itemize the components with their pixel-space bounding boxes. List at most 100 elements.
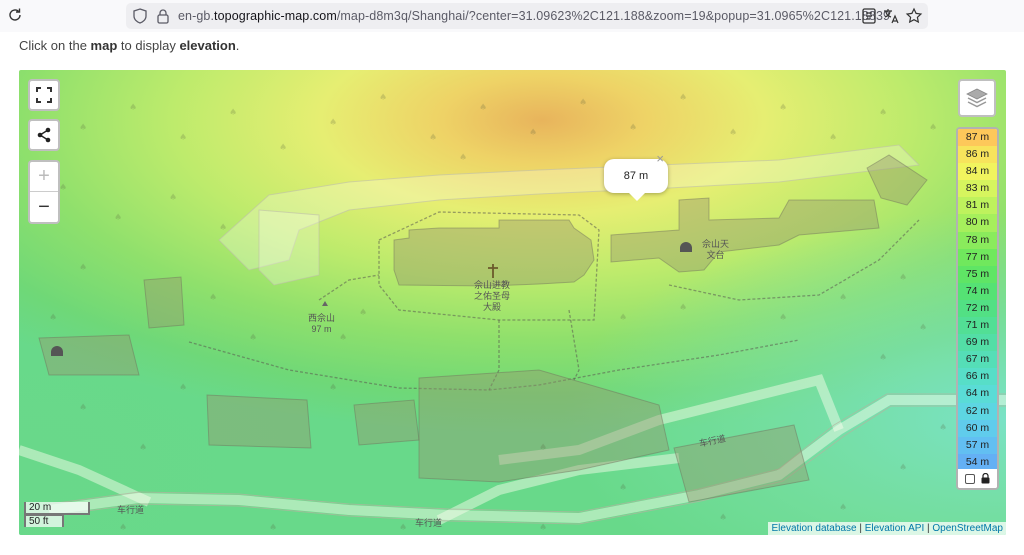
- popup-close-button[interactable]: ×: [656, 149, 664, 169]
- url-prefix: en-gb.: [178, 9, 215, 23]
- svg-text:♠: ♠: [269, 523, 277, 533]
- zoom-out-button[interactable]: −: [30, 192, 58, 222]
- reload-icon[interactable]: [6, 6, 24, 24]
- url-text[interactable]: en-gb.topographic-map.com/map-d8m3q/Shan…: [178, 9, 890, 23]
- elevation-map[interactable]: ♠ ♠ ♠ ♠ ♠ ♠ ♠ ♠ ♠ ♠ ♠ ♠ ♠ ♠ ♠ ♠ ♠ ♠ ♠ ♠ ♠ ♠ ♠ ♠ ♠ ♠ ♠ ♠ ♠ ♠ ♠ ♠ ♠ ♠…: [19, 70, 1006, 535]
- share-icon: [37, 127, 51, 143]
- browser-toolbar: en-gb.topographic-map.com/map-d8m3q/Shan…: [0, 0, 1024, 32]
- svg-text:♠: ♠: [179, 133, 187, 143]
- legend-entry: 75 m: [958, 265, 997, 283]
- svg-text:♠: ♠: [219, 223, 227, 233]
- svg-text:♠: ♠: [529, 128, 537, 138]
- svg-text:♠: ♠: [179, 383, 187, 393]
- hint-elevation-word: elevation: [179, 38, 236, 53]
- fullscreen-button[interactable]: [28, 79, 60, 111]
- zoom-control: + −: [28, 160, 60, 224]
- hill-name: 西佘山: [308, 313, 336, 323]
- legend-entry: 83 m: [958, 180, 997, 198]
- svg-text:♠: ♠: [479, 103, 487, 113]
- tracking-shield-icon[interactable]: [133, 8, 147, 24]
- legend-checkbox[interactable]: [965, 473, 975, 484]
- reader-view-icon[interactable]: [860, 7, 878, 25]
- svg-text:♠: ♠: [619, 313, 627, 323]
- layers-icon: [966, 88, 988, 108]
- scale-feet: 50 ft: [24, 514, 64, 527]
- hint-text-1: Click on the: [19, 38, 91, 53]
- svg-text:♠: ♠: [779, 313, 787, 323]
- svg-text:♠: ♠: [919, 323, 927, 333]
- bookmark-star-icon[interactable]: [905, 7, 923, 25]
- svg-text:♠: ♠: [579, 98, 587, 108]
- address-bar[interactable]: en-gb.topographic-map.com/map-d8m3q/Shan…: [126, 3, 928, 29]
- svg-text:♠: ♠: [679, 303, 687, 313]
- hill-height: 97 m: [311, 324, 332, 334]
- popup-elevation-value: 87 m: [623, 170, 649, 182]
- svg-text:♠: ♠: [929, 123, 937, 133]
- page-content: Click on the map to display elevation. ♠…: [0, 32, 1024, 555]
- hint-text-3: .: [235, 38, 240, 53]
- map-instruction: Click on the map to display elevation.: [19, 38, 239, 53]
- legend-lock-icon[interactable]: [981, 473, 990, 484]
- legend-entry: 78 m: [958, 231, 997, 249]
- svg-text:♠: ♠: [49, 313, 57, 323]
- svg-text:♠: ♠: [829, 133, 837, 143]
- road-label-2: 车行道: [117, 505, 145, 515]
- church-line-3: 大殿: [483, 302, 502, 312]
- legend-entry: 57 m: [958, 436, 997, 454]
- svg-text:♠: ♠: [729, 128, 737, 138]
- legend-entry: 62 m: [958, 402, 997, 420]
- hill-label: 西佘山 97 m: [308, 313, 335, 335]
- elevation-database-link[interactable]: Elevation database: [771, 523, 856, 534]
- svg-text:♠: ♠: [279, 143, 287, 153]
- svg-text:♠: ♠: [539, 443, 547, 453]
- svg-text:♠: ♠: [114, 213, 122, 223]
- svg-text:♠: ♠: [359, 308, 367, 318]
- attribution-separator-2: |: [927, 523, 930, 534]
- svg-text:♠: ♠: [539, 523, 547, 533]
- fullscreen-icon: [36, 87, 52, 103]
- svg-text:♠: ♠: [339, 333, 347, 343]
- svg-text:♠: ♠: [119, 523, 127, 533]
- svg-text:♠: ♠: [619, 483, 627, 493]
- map-attribution: Elevation database | Elevation API | Ope…: [768, 522, 1006, 535]
- elevation-legend: 87 m 86 m 84 m 83 m 81 m 80 m 78 m 77 m 75 m 74 m…: [956, 127, 999, 490]
- road-label-3: 车行道: [415, 518, 443, 528]
- svg-text:♠: ♠: [139, 443, 147, 453]
- hint-map-word: map: [90, 38, 118, 53]
- legend-entry: 87 m: [958, 129, 997, 147]
- translate-icon[interactable]: [882, 7, 900, 25]
- lock-icon[interactable]: [156, 8, 170, 24]
- observatory-line-1: 佘山天: [702, 239, 730, 249]
- legend-entry: 64 m: [958, 385, 997, 403]
- svg-text:♠: ♠: [379, 93, 387, 103]
- legend-entry: 81 m: [958, 197, 997, 215]
- svg-text:♠: ♠: [679, 93, 687, 103]
- svg-text:♠: ♠: [899, 463, 907, 473]
- legend-footer: [958, 469, 997, 488]
- legend-entry: 84 m: [958, 163, 997, 181]
- legend-entry: 67 m: [958, 351, 997, 369]
- scale-bar: 20 m 50 ft: [24, 502, 90, 527]
- observatory-line-2: 文台: [706, 250, 725, 260]
- attribution-separator-1: |: [859, 523, 862, 534]
- legend-entry: 60 m: [958, 419, 997, 437]
- map-canvas[interactable]: ♠ ♠ ♠ ♠ ♠ ♠ ♠ ♠ ♠ ♠ ♠ ♠ ♠ ♠ ♠ ♠ ♠ ♠ ♠ ♠ ♠ ♠ ♠ ♠ ♠ ♠ ♠ ♠ ♠ ♠ ♠ ♠ ♠ ♠…: [19, 70, 1006, 535]
- svg-text:♠: ♠: [399, 523, 407, 533]
- url-domain: topographic-map.com: [214, 9, 337, 23]
- layers-button[interactable]: [958, 79, 996, 117]
- openstreetmap-link[interactable]: OpenStreetMap: [932, 523, 1003, 534]
- svg-text:♠: ♠: [209, 293, 217, 303]
- legend-entry: 74 m: [958, 282, 997, 300]
- zoom-in-button[interactable]: +: [30, 162, 58, 192]
- share-button[interactable]: [28, 119, 60, 151]
- svg-text:♠: ♠: [229, 108, 237, 118]
- elevation-api-link[interactable]: Elevation API: [865, 523, 924, 534]
- url-path: /map-d8m3q/Shanghai/?center=31.09623%2C1…: [336, 9, 891, 23]
- legend-entry: 72 m: [958, 299, 997, 318]
- legend-entry: 66 m: [958, 368, 997, 386]
- svg-text:♠: ♠: [939, 423, 947, 433]
- legend-entry: 80 m: [958, 214, 997, 232]
- svg-text:♠: ♠: [879, 353, 887, 363]
- hint-text-2: to display: [117, 38, 180, 53]
- svg-text:♠: ♠: [779, 103, 787, 113]
